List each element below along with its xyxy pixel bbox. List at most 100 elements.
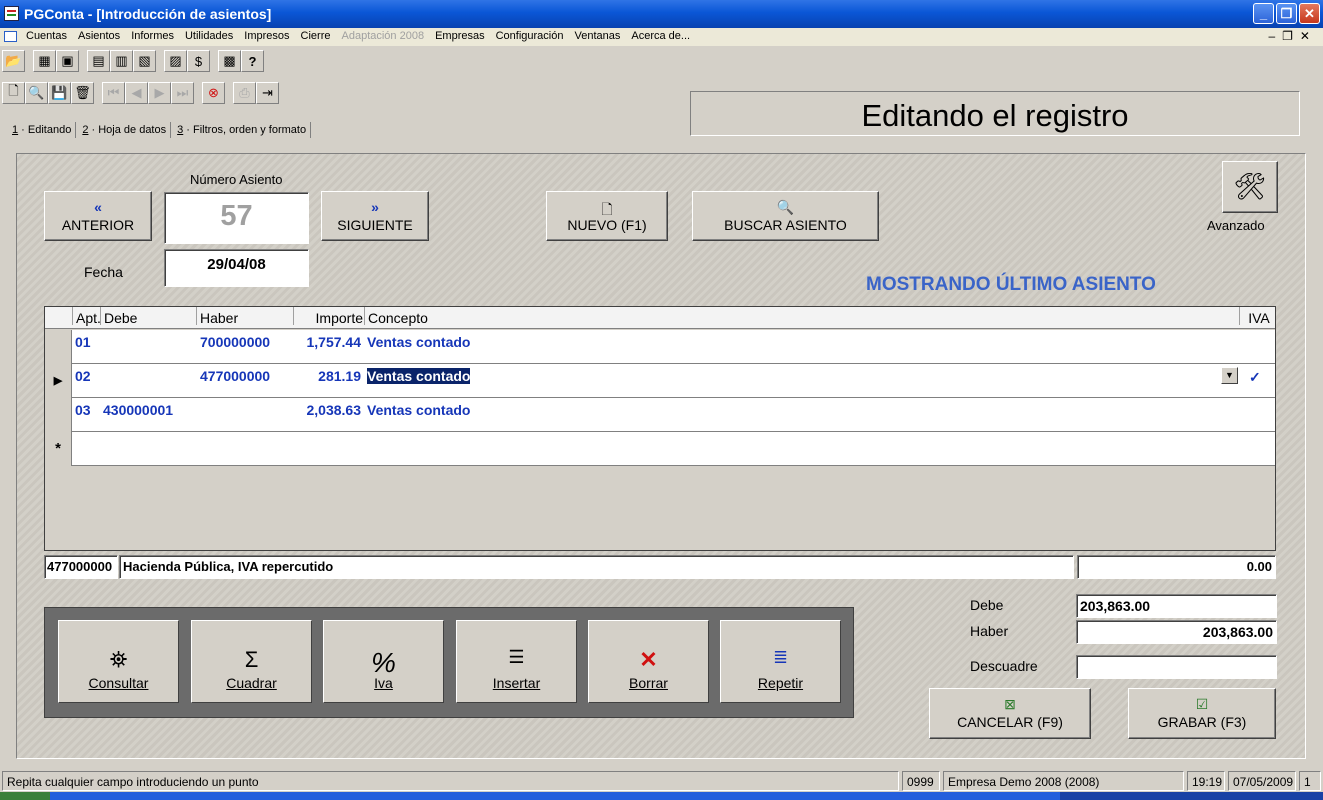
save-icon[interactable]: 💾 <box>48 82 71 104</box>
maximize-button[interactable]: ❐ <box>1276 3 1297 24</box>
anterior-button[interactable]: « ANTERIOR <box>44 191 152 241</box>
buscar-asiento-button[interactable]: 🔍 BUSCAR ASIENTO <box>692 191 879 241</box>
percent-icon: % <box>371 647 396 678</box>
menu-bar: Cuentas Asientos Informes Utilidades Imp… <box>0 28 1323 46</box>
trash-icon[interactable]: 🗑 <box>71 82 94 104</box>
menu-empresas[interactable]: Empresas <box>435 30 485 42</box>
tab-editando[interactable]: 1 · Editando <box>8 122 77 138</box>
find-icon[interactable]: 🔍 <box>25 82 48 104</box>
menu-impresos[interactable]: Impresos <box>244 30 289 42</box>
menu-cuentas[interactable]: Cuentas <box>26 30 67 42</box>
col-debe[interactable]: Debe <box>100 307 195 326</box>
col-haber[interactable]: Haber <box>196 307 293 326</box>
ledger-icon[interactable]: ▥ <box>110 50 133 72</box>
dropdown-arrow-icon[interactable]: ▼ <box>1221 367 1238 384</box>
status-hint: Repita cualquier campo introduciendo un … <box>2 771 899 791</box>
iva-button[interactable]: % Iva <box>323 620 444 703</box>
header-title: Editando el registro <box>861 98 1129 133</box>
magnifier-icon: 🔍 <box>776 199 795 215</box>
col-concepto[interactable]: Concepto <box>364 307 1240 326</box>
calculator-icon[interactable]: ▩ <box>218 50 241 72</box>
table-row-selected[interactable]: ▶ 02 477000000 281.19 Ventas contado ▼ ✓ <box>45 364 1275 398</box>
tab-hoja-datos[interactable]: 2 · Hoja de datos <box>78 122 172 138</box>
record-toolbar: 🗋 🔍 💾 🗑 ⏮ ◀ ▶ ⏭ ⊗ ⎙ ⇥ <box>2 82 279 104</box>
cancel-small-icon: ⊠ <box>1004 696 1016 712</box>
status-bar: Repita cualquier campo introduciendo un … <box>0 770 1323 792</box>
new-document-icon[interactable]: 🗋 <box>2 82 25 104</box>
money-icon[interactable]: $ <box>187 50 210 72</box>
prev-record-icon[interactable]: ◀ <box>125 82 148 104</box>
next-record-icon[interactable]: ▶ <box>148 82 171 104</box>
status-hora: 19:19 <box>1187 771 1225 791</box>
print-icon[interactable]: ⎙ <box>233 82 256 104</box>
taskbar-strip <box>0 792 1323 800</box>
grid-icon[interactable]: ▦ <box>33 50 56 72</box>
table-row[interactable]: 03 430000001 2,038.63 Ventas contado <box>45 398 1275 432</box>
iva-check-icon[interactable]: ✓ <box>1249 369 1261 386</box>
avanzado-button[interactable]: 🛠 <box>1222 161 1278 213</box>
concepto-editor[interactable]: Ventas contado <box>367 368 471 384</box>
menu-utilidades[interactable]: Utilidades <box>185 30 233 42</box>
binoculars-icon: ⛯ <box>109 647 128 672</box>
descuadre-field <box>1076 655 1277 679</box>
status-fecha: 07/05/2009 <box>1228 771 1296 791</box>
cancel-icon[interactable]: ⊗ <box>202 82 225 104</box>
cancelar-button[interactable]: ⊠ CANCELAR (F9) <box>929 688 1091 739</box>
window-icon[interactable]: ▣ <box>56 50 79 72</box>
check-icon: ☑ <box>1195 696 1209 712</box>
current-row-icon: ▶ <box>45 364 72 398</box>
cuenta-nombre: Hacienda Pública, IVA repercutido <box>119 555 1074 579</box>
asientos-grid: Apt. Debe Haber Importe Concepto IVA 01 … <box>44 306 1276 551</box>
fecha-field[interactable]: 29/04/08 <box>164 249 309 287</box>
col-importe[interactable]: Importe <box>293 307 365 326</box>
last-record-icon[interactable]: ⏭ <box>171 82 194 104</box>
new-row[interactable]: * <box>45 432 1275 466</box>
report-icon[interactable]: ▧ <box>133 50 156 72</box>
close-button[interactable]: ✕ <box>1299 3 1320 24</box>
folder-icon[interactable]: 📂 <box>2 50 25 72</box>
consultar-button[interactable]: ⛯ Consultar <box>58 620 179 703</box>
numero-label: Número Asiento <box>190 172 283 187</box>
menu-ventanas[interactable]: Ventanas <box>574 30 620 42</box>
window-title: PGConta - [Introducción de asientos] <box>24 6 272 22</box>
status-message: MOSTRANDO ÚLTIMO ASIENTO <box>866 274 1156 295</box>
insertar-button[interactable]: ☰ Insertar <box>456 620 577 703</box>
exit-icon[interactable]: ⇥ <box>256 82 279 104</box>
numero-field[interactable]: 57 <box>164 192 309 244</box>
siguiente-button[interactable]: » SIGUIENTE <box>321 191 429 241</box>
nuevo-button[interactable]: 🗋 NUEVO (F1) <box>546 191 668 241</box>
tab-filtros[interactable]: 3 · Filtros, orden y formato <box>173 122 312 138</box>
table-row[interactable]: 01 700000000 1,757.44 Ventas contado <box>45 330 1275 364</box>
new-page-icon: 🗋 <box>601 201 613 217</box>
repetir-button[interactable]: ≣ Repetir <box>720 620 841 703</box>
bank-icon[interactable]: ▨ <box>164 50 187 72</box>
col-iva[interactable]: IVA <box>1239 307 1275 326</box>
cuenta-saldo: 0.00 <box>1077 555 1276 579</box>
debe-total: 203,863.00 <box>1076 594 1277 618</box>
grabar-button[interactable]: ☑ GRABAR (F3) <box>1128 688 1276 739</box>
help-icon[interactable]: ? <box>241 50 264 72</box>
haber-total: 203,863.00 <box>1076 620 1277 644</box>
col-apt[interactable]: Apt. <box>72 307 102 326</box>
haber-label: Haber <box>970 623 1009 639</box>
borrar-button[interactable]: ✕ Borrar <box>588 620 709 703</box>
mdi-controls[interactable]: –❐✕ <box>1269 29 1318 43</box>
title-bar[interactable]: PGConta - [Introducción de asientos] _ ❐… <box>0 0 1323 28</box>
delete-icon: ✕ <box>639 647 658 672</box>
cuadrar-button[interactable]: Σ Cuadrar <box>191 620 312 703</box>
menu-adaptacion: Adaptación 2008 <box>341 30 425 42</box>
cuenta-codigo: 477000000 <box>44 555 118 579</box>
chevron-left-icon: « <box>94 199 102 215</box>
numero-value: 57 <box>220 200 253 232</box>
menu-acerca[interactable]: Acerca de... <box>631 30 690 42</box>
menu-cierre[interactable]: Cierre <box>301 30 331 42</box>
menu-configuracion[interactable]: Configuración <box>496 30 564 42</box>
menu-informes[interactable]: Informes <box>131 30 174 42</box>
avanzado-label: Avanzado <box>1207 218 1265 233</box>
chart-icon[interactable]: ▤ <box>87 50 110 72</box>
sigma-icon: Σ <box>244 647 259 672</box>
menu-asientos[interactable]: Asientos <box>78 30 120 42</box>
insert-icon: ☰ <box>508 647 525 667</box>
first-record-icon[interactable]: ⏮ <box>102 82 125 104</box>
minimize-button[interactable]: _ <box>1253 3 1274 24</box>
